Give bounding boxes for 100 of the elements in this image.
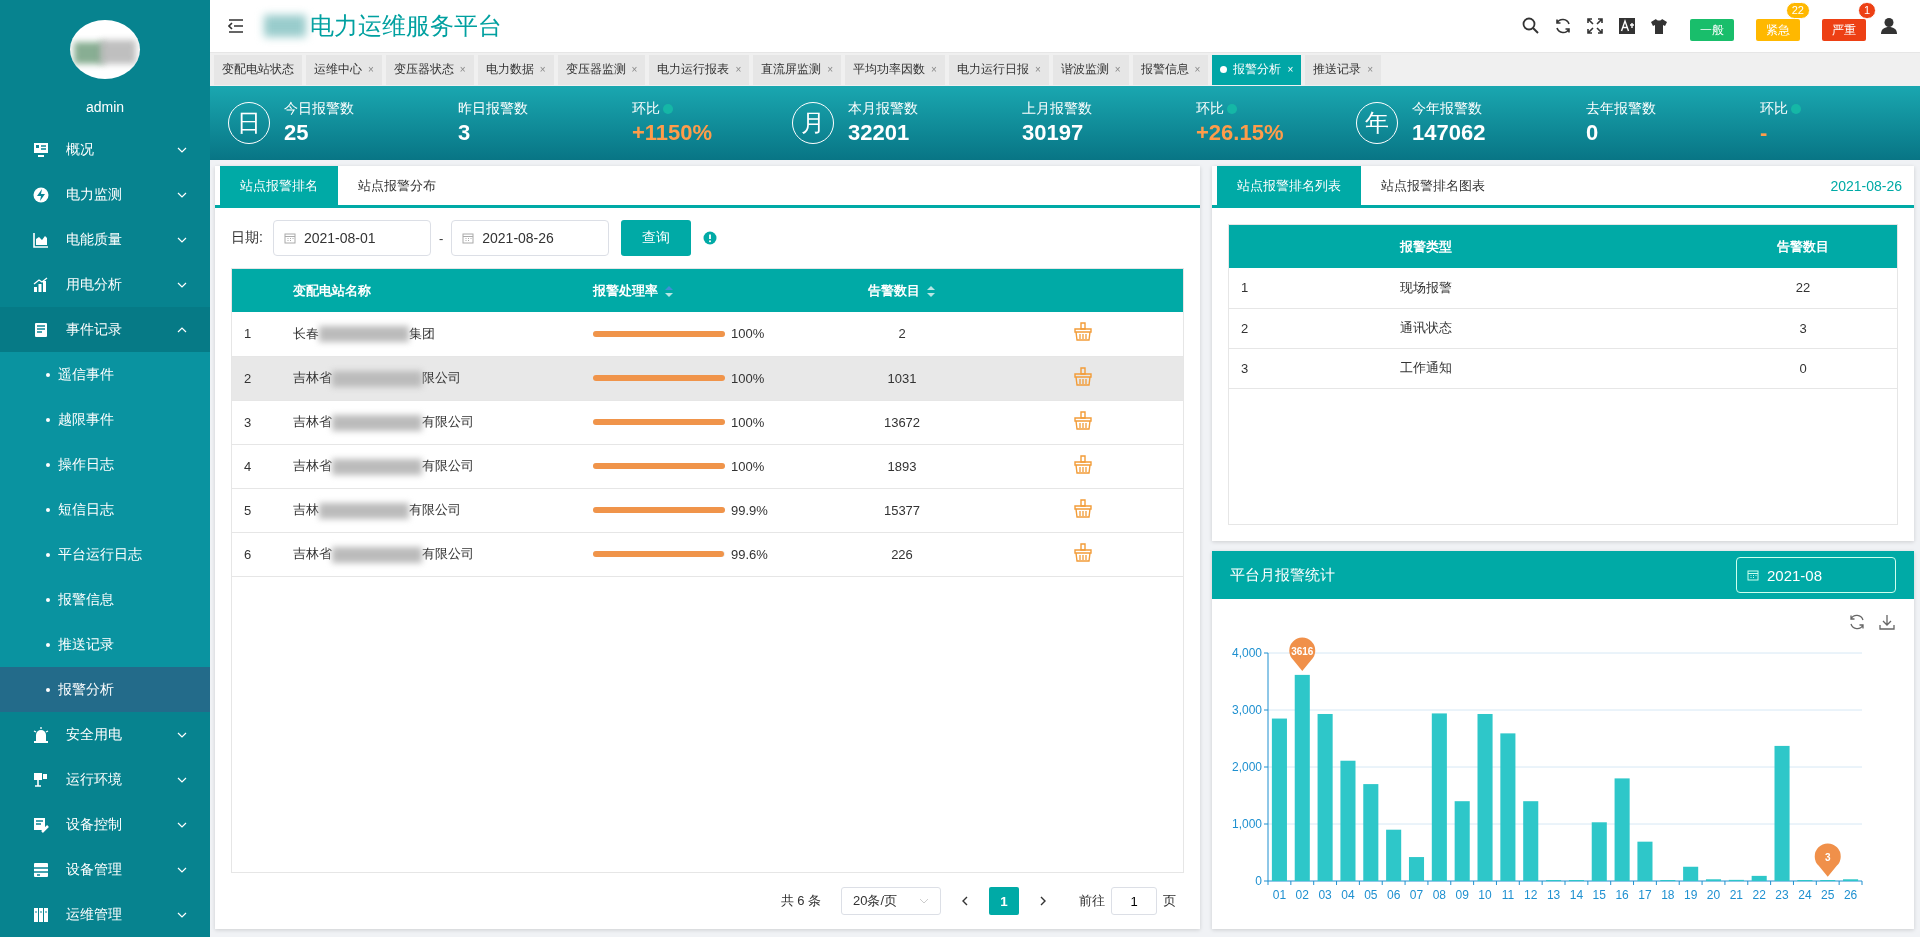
refresh-icon[interactable]	[1848, 613, 1866, 631]
submenu-item[interactable]: 越限事件	[0, 397, 210, 442]
broom-icon[interactable]	[1072, 454, 1093, 475]
submenu-item[interactable]: 操作日志	[0, 442, 210, 487]
table-row[interactable]: 4 吉林省 有限公司 100% 1893	[232, 444, 1183, 488]
table-row[interactable]: 3 吉林省 有限公司 100% 13672	[232, 400, 1183, 444]
bar[interactable]	[1431, 713, 1447, 881]
page-number[interactable]: 1	[989, 887, 1019, 915]
submenu-item[interactable]: 平台运行日志	[0, 532, 210, 577]
bar[interactable]	[1500, 733, 1516, 881]
bar[interactable]	[1614, 778, 1630, 881]
menu-item[interactable]: 用电分析	[0, 262, 210, 307]
bar[interactable]	[1591, 822, 1607, 881]
page-tab[interactable]: 变压器状态 ×	[385, 54, 474, 85]
previous-page-icon[interactable]	[961, 896, 969, 906]
refresh-icon[interactable]	[1554, 17, 1572, 35]
page-tab[interactable]: 推送记录 ×	[1305, 54, 1382, 85]
month-field[interactable]: 2021-08	[1736, 557, 1896, 593]
table-row[interactable]: 2 吉林省 限公司 100% 1031	[232, 356, 1183, 400]
fullscreen-icon[interactable]	[1586, 17, 1604, 35]
next-page-icon[interactable]	[1039, 896, 1047, 906]
page-tab[interactable]: 运维中心 ×	[306, 54, 382, 85]
menu-item[interactable]: 运行环境	[0, 757, 210, 802]
bar[interactable]	[1477, 714, 1493, 881]
page-tab[interactable]: 平均功率因数 ×	[845, 54, 945, 85]
menu-item[interactable]: 概况	[0, 127, 210, 172]
page-size-select[interactable]: 20条/页	[841, 887, 941, 915]
submenu-item[interactable]: 报警信息	[0, 577, 210, 622]
info-icon[interactable]	[703, 231, 718, 245]
download-icon[interactable]	[1878, 613, 1896, 631]
panel-tab[interactable]: 站点报警分布	[338, 166, 456, 205]
font-size-icon[interactable]	[1618, 17, 1636, 35]
page-tab[interactable]: 报警分析 ×	[1212, 54, 1302, 85]
date-field[interactable]: 2021-08-26	[451, 220, 610, 256]
column-header[interactable]: 变配电站名称	[293, 282, 371, 298]
bar[interactable]	[1340, 760, 1356, 881]
close-icon[interactable]: ×	[1367, 64, 1374, 75]
close-icon[interactable]: ×	[1194, 64, 1201, 75]
page-tab[interactable]: 变配电站状态	[214, 54, 302, 85]
panel-tab[interactable]: 站点报警排名列表	[1217, 166, 1361, 205]
bar[interactable]	[1386, 829, 1402, 881]
page-tab[interactable]: 变压器监测 ×	[557, 54, 646, 85]
bar[interactable]	[1683, 866, 1699, 881]
search-icon[interactable]	[1522, 17, 1540, 35]
sort-icon[interactable]	[664, 284, 674, 298]
page-tab[interactable]: 直流屏监测 ×	[753, 54, 842, 85]
close-icon[interactable]: ×	[459, 64, 466, 75]
column-header[interactable]: 报警处理率	[593, 282, 658, 298]
user-icon[interactable]	[1880, 17, 1898, 35]
bar[interactable]	[1637, 841, 1653, 881]
bar[interactable]	[1363, 784, 1379, 881]
broom-icon[interactable]	[1072, 366, 1093, 387]
broom-icon[interactable]	[1072, 410, 1093, 431]
menu-item[interactable]: 安全用电	[0, 712, 210, 757]
submenu-item[interactable]: 报警分析	[0, 667, 210, 712]
date-field[interactable]: 2021-08-01	[272, 220, 431, 256]
query-button[interactable]: 查询	[621, 220, 692, 256]
close-icon[interactable]: ×	[368, 64, 374, 75]
bar[interactable]	[1751, 875, 1767, 881]
menu-icon[interactable]	[228, 19, 244, 33]
broom-icon[interactable]	[1072, 498, 1093, 519]
close-icon[interactable]: ×	[1287, 64, 1294, 75]
table-row[interactable]: 1 长春 集团 100% 2	[232, 312, 1183, 356]
menu-item[interactable]: 设备控制	[0, 802, 210, 847]
menu-item[interactable]: 电力监测	[0, 172, 210, 217]
menu-item[interactable]: 电能质量	[0, 217, 210, 262]
submenu-item[interactable]: 推送记录	[0, 622, 210, 667]
sort-icon[interactable]	[926, 284, 936, 298]
submenu-item[interactable]: 短信日志	[0, 487, 210, 532]
page-tab[interactable]: 电力运行报表 ×	[649, 54, 750, 85]
column-header[interactable]: 告警数目	[868, 282, 920, 298]
level-button[interactable]: 严重	[1822, 19, 1866, 41]
close-icon[interactable]: ×	[735, 64, 742, 75]
menu-item[interactable]: 设备管理	[0, 847, 210, 892]
level-button[interactable]: 一般	[1690, 19, 1734, 41]
page-tab[interactable]: 电力数据 ×	[477, 54, 554, 85]
submenu-item[interactable]: 遥信事件	[0, 352, 210, 397]
broom-icon[interactable]	[1072, 542, 1093, 563]
panel-tab[interactable]: 站点报警排名	[220, 166, 338, 205]
table-row[interactable]: 5 吉林 有限公司 99.9% 15377	[232, 488, 1183, 532]
page-tab[interactable]: 谐波监测 ×	[1052, 54, 1129, 85]
bar[interactable]	[1271, 718, 1287, 881]
bar[interactable]	[1774, 745, 1790, 881]
bar[interactable]	[1523, 801, 1539, 881]
panel-tab[interactable]: 站点报警排名图表	[1361, 166, 1505, 205]
close-icon[interactable]: ×	[1114, 64, 1121, 75]
menu-item[interactable]: 运维管理	[0, 892, 210, 937]
bar[interactable]	[1408, 857, 1425, 881]
close-icon[interactable]: ×	[931, 64, 937, 75]
table-row[interactable]: 6 吉林省 有限公司 99.6% 226	[232, 532, 1183, 576]
shirt-icon[interactable]	[1650, 17, 1668, 35]
page-tab[interactable]: 报警信息 ×	[1132, 54, 1209, 85]
broom-icon[interactable]	[1072, 322, 1093, 343]
close-icon[interactable]: ×	[631, 64, 638, 75]
page-tab[interactable]: 电力运行日报 ×	[948, 54, 1049, 85]
bar[interactable]	[1454, 801, 1470, 881]
bar[interactable]	[1317, 714, 1333, 881]
bar[interactable]	[1294, 674, 1310, 881]
close-icon[interactable]: ×	[1034, 64, 1041, 75]
page-input[interactable]: 1	[1111, 887, 1157, 915]
